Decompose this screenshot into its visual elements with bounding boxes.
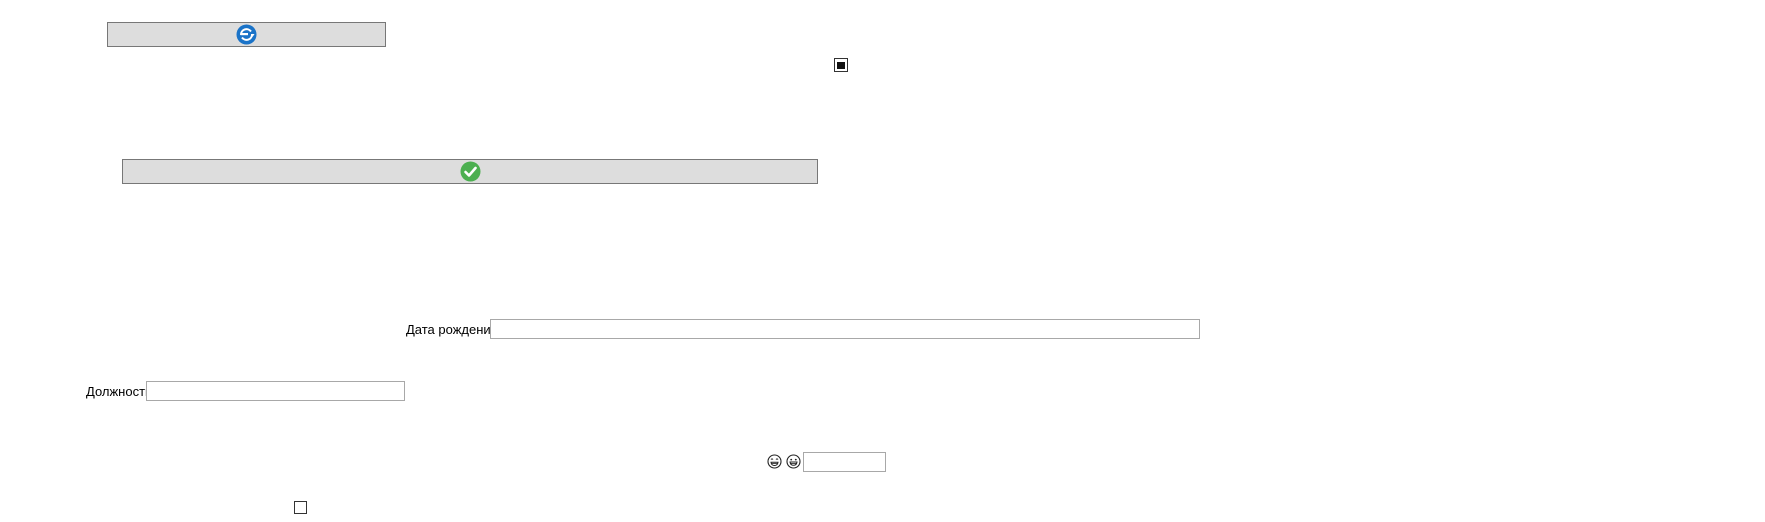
position-label: Должность: [86, 384, 152, 399]
emoji-input[interactable]: [803, 452, 886, 472]
grinning-face-icon: [786, 454, 801, 469]
check-circle-icon: [460, 161, 481, 182]
checkbox-fill-indicator: [837, 61, 845, 69]
bottom-checkbox[interactable]: [294, 501, 307, 514]
top-checkbox[interactable]: [834, 58, 848, 72]
birth-date-input[interactable]: [490, 319, 1200, 339]
confirm-button[interactable]: [122, 159, 818, 184]
refresh-button[interactable]: [107, 22, 386, 47]
refresh-cycle-icon: [236, 24, 257, 45]
position-input[interactable]: [146, 381, 405, 401]
laughing-face-icon: [767, 454, 782, 469]
birth-date-label: Дата рождения: [406, 322, 498, 337]
